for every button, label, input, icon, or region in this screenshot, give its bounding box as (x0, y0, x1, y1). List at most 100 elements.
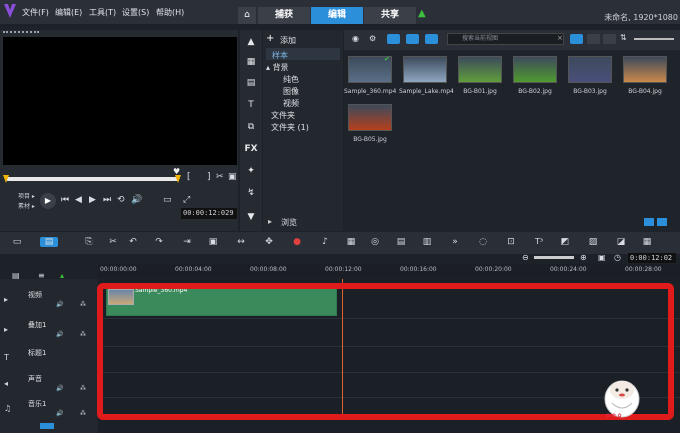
overlay-track-icon[interactable]: ▸ (4, 325, 8, 334)
next-frame-icon[interactable]: ▶ (89, 195, 96, 205)
path-icon[interactable]: ↯ (243, 188, 259, 198)
show-audio-button[interactable] (425, 34, 438, 44)
multicam-icon[interactable]: ◎ (368, 237, 382, 247)
show-photo-button[interactable] (406, 34, 419, 44)
tab-capture[interactable]: 捕获 (258, 7, 310, 24)
collapse-down-icon[interactable]: ▼ (243, 212, 259, 222)
clear-search-icon[interactable]: × (557, 34, 563, 42)
tree-item-image[interactable]: 图像 (283, 86, 299, 97)
export-icon[interactable]: ▦ (640, 237, 654, 247)
3d-title-icon[interactable]: T³ (532, 237, 546, 246)
timeline-view-icon[interactable]: ▤ (40, 237, 58, 247)
menu-file[interactable]: 文件(F) (22, 7, 49, 18)
filter-icon[interactable]: ◉ (352, 34, 359, 43)
tree-item-color[interactable]: 纯色 (283, 74, 299, 85)
repeat-icon[interactable]: ⟲ (117, 195, 125, 205)
title-icon[interactable]: T (243, 100, 259, 110)
tools-icon[interactable]: ✂ (106, 237, 120, 247)
zoom-in-icon[interactable]: ⊕ (580, 253, 587, 262)
browse-button[interactable]: 浏览 (281, 217, 297, 228)
fx-icon[interactable]: FX (243, 144, 259, 154)
end-icon[interactable]: ⏭ (103, 195, 111, 205)
title-track-icon[interactable]: T (4, 353, 9, 362)
view-mode-a-icon[interactable] (644, 218, 654, 226)
tree-item-folder[interactable]: 文件夹 (271, 110, 295, 121)
menu-tools[interactable]: 工具(T) (89, 7, 116, 18)
mask-icon[interactable]: ▥ (420, 237, 434, 247)
details-view-button[interactable] (603, 34, 616, 44)
transition-icon[interactable]: ⧉ (243, 122, 259, 132)
track-scroll-icon[interactable] (40, 423, 54, 429)
music-track-icon[interactable]: ♫ (4, 404, 11, 413)
collapse-up-icon[interactable]: ▲ (243, 37, 259, 47)
home-icon[interactable]: ⌂ (238, 7, 256, 24)
copy-icon[interactable]: ⎘ (82, 237, 96, 247)
menu-settings[interactable]: 设置(S) (122, 7, 149, 18)
mark-in-button[interactable]: [ (187, 172, 191, 182)
tab-share[interactable]: 共享 (364, 7, 416, 24)
tree-item-sample[interactable]: 样本 (272, 50, 288, 61)
mode-clip[interactable]: 素材 ▸ (18, 201, 35, 210)
scrubber-handle-icon[interactable]: ♥ (173, 167, 180, 176)
media-thumbnail[interactable] (458, 56, 502, 83)
crop-icon[interactable]: ▣ (206, 237, 220, 247)
sort-icon[interactable]: ⇅ (620, 33, 627, 42)
media-thumbnail[interactable] (623, 56, 667, 83)
add-folder-button[interactable]: 添加 (280, 35, 296, 46)
mode-project[interactable]: 项目 ▸ (18, 191, 35, 200)
panel-grip[interactable] (3, 31, 39, 33)
zoom-slider[interactable] (534, 256, 574, 259)
mark-out-button[interactable]: ] (207, 172, 211, 182)
menu-help[interactable]: 帮助(H) (156, 7, 184, 18)
media-thumbnail[interactable] (348, 104, 392, 131)
list-view-button[interactable] (587, 34, 600, 44)
show-video-button[interactable] (387, 34, 400, 44)
fit-icon[interactable]: ⇥ (180, 237, 194, 247)
graphics-icon[interactable]: ✦ (243, 166, 259, 176)
track-volume-icon[interactable]: 🔊 (56, 410, 63, 417)
media-thumbnail[interactable] (403, 56, 447, 83)
instant-project-icon[interactable]: ▤ (243, 78, 259, 88)
menu-edit[interactable]: 编辑(E) (55, 7, 82, 18)
track-volume-icon[interactable]: 🔊 (56, 385, 63, 392)
play-button[interactable]: ▶ (40, 193, 56, 209)
zoom-out-icon[interactable]: ⊖ (522, 253, 529, 262)
stretch-icon[interactable]: ↔ (234, 237, 248, 247)
media-thumbnail[interactable] (568, 56, 612, 83)
track-options-icon[interactable]: ⁂ (80, 301, 86, 308)
hd-icon[interactable]: ▭ (163, 195, 172, 205)
undo-icon[interactable]: ↶ (126, 237, 140, 247)
track-motion-icon[interactable]: ✥ (262, 237, 276, 247)
track-options-icon[interactable]: ⁂ (80, 331, 86, 338)
tree-item-video[interactable]: 视频 (283, 98, 299, 109)
track-options-icon[interactable]: ⁂ (80, 385, 86, 392)
color-icon[interactable]: ▨ (586, 237, 600, 247)
volume-icon[interactable]: 🔊 (131, 195, 142, 205)
upload-icon[interactable]: ▲ (418, 8, 426, 19)
tab-edit[interactable]: 编辑 (311, 7, 363, 24)
paint-icon[interactable]: ◪ (614, 237, 628, 247)
split-screen-icon[interactable]: ◩ (558, 237, 572, 247)
pan-zoom-icon[interactable]: ⊡ (504, 237, 518, 247)
subtitle-icon[interactable]: ▤ (394, 237, 408, 247)
speed-icon[interactable]: » (448, 237, 462, 247)
track-volume-icon[interactable]: 🔊 (56, 301, 63, 308)
media-icon[interactable]: ▦ (243, 57, 259, 67)
add-icon[interactable]: + (266, 33, 274, 44)
media-thumbnail[interactable] (513, 56, 557, 83)
auto-music-icon[interactable]: ▦ (344, 237, 358, 247)
search-input[interactable]: 搜索当前视图 (447, 33, 564, 45)
track-options-icon[interactable]: ⁂ (80, 410, 86, 417)
track-volume-icon[interactable]: 🔊 (56, 331, 63, 338)
home-start-icon[interactable]: ⏮ (61, 195, 69, 205)
voice-track-icon[interactable]: ◂ (4, 379, 8, 388)
tree-item-folder-1[interactable]: 文件夹 (1) (271, 122, 309, 133)
redo-icon[interactable]: ↷ (152, 237, 166, 247)
split-icon[interactable]: ✂ (216, 172, 224, 182)
enlarge-icon[interactable]: ⤢ (183, 195, 190, 205)
view-mode-b-icon[interactable] (657, 218, 667, 226)
video-track-icon[interactable]: ▸ (4, 295, 8, 304)
storyboard-view-icon[interactable]: ▭ (10, 237, 24, 247)
tree-item-background[interactable]: ▴ 背景 (266, 62, 289, 73)
prev-frame-icon[interactable]: ◀ (75, 195, 82, 205)
